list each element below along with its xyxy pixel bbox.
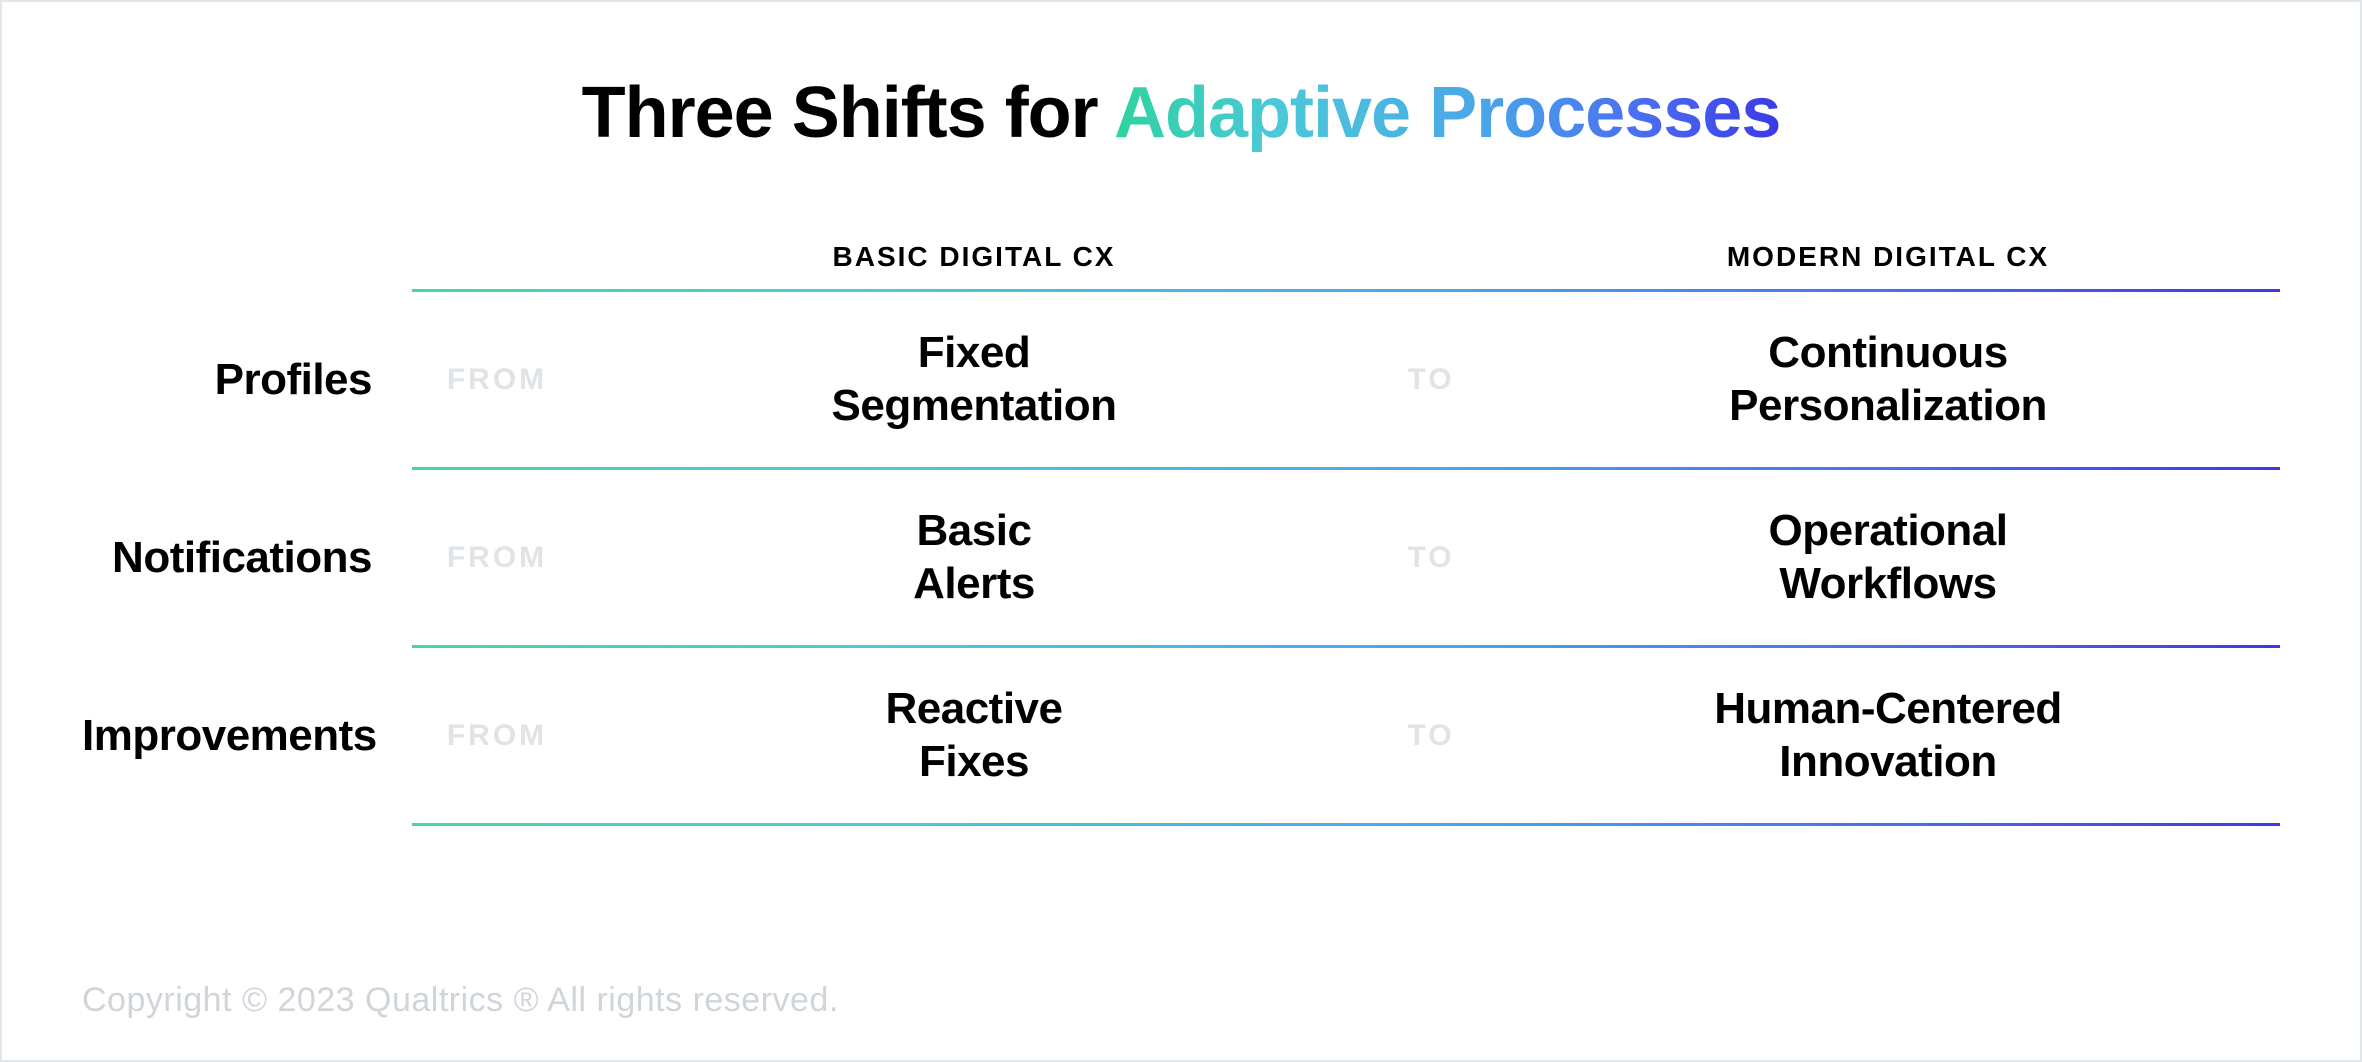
connector-to: TO bbox=[1366, 719, 1496, 753]
title-highlight: Adaptive Processes bbox=[1114, 73, 1780, 153]
row-label-profiles: Profiles bbox=[82, 355, 412, 405]
connector-from: FROM bbox=[412, 541, 582, 575]
cell-modern-profiles: Continuous Personalization bbox=[1496, 327, 2280, 433]
cell-basic-profiles: Fixed Segmentation bbox=[582, 327, 1366, 433]
cell-basic-improvements: Reactive Fixes bbox=[582, 683, 1366, 789]
title-prefix: Three Shifts for bbox=[582, 73, 1114, 153]
table-row: Improvements FROM Reactive Fixes TO Huma… bbox=[82, 648, 2280, 823]
comparison-table: BASIC DIGITAL CX MODERN DIGITAL CX Profi… bbox=[82, 224, 2280, 941]
table-row: Notifications FROM Basic Alerts TO Opera… bbox=[82, 470, 2280, 645]
connector-from: FROM bbox=[412, 363, 582, 397]
copyright-notice: Copyright © 2023 Qualtrics ® All rights … bbox=[82, 981, 2280, 1020]
connector-to: TO bbox=[1366, 363, 1496, 397]
gradient-divider bbox=[412, 823, 2280, 826]
row-label-improvements: Improvements bbox=[82, 711, 412, 761]
cell-modern-notifications: Operational Workflows bbox=[1496, 505, 2280, 611]
column-header-basic: BASIC DIGITAL CX bbox=[582, 241, 1366, 273]
table-header-row: BASIC DIGITAL CX MODERN DIGITAL CX bbox=[82, 224, 2280, 289]
row-label-notifications: Notifications bbox=[82, 533, 412, 583]
connector-from: FROM bbox=[412, 719, 582, 753]
column-header-modern: MODERN DIGITAL CX bbox=[1496, 241, 2280, 273]
slide-title: Three Shifts for Adaptive Processes bbox=[82, 72, 2280, 154]
slide-frame: Three Shifts for Adaptive Processes BASI… bbox=[0, 0, 2362, 1062]
connector-to: TO bbox=[1366, 541, 1496, 575]
table-row: Profiles FROM Fixed Segmentation TO Cont… bbox=[82, 292, 2280, 467]
cell-modern-improvements: Human-Centered Innovation bbox=[1496, 683, 2280, 789]
cell-basic-notifications: Basic Alerts bbox=[582, 505, 1366, 611]
